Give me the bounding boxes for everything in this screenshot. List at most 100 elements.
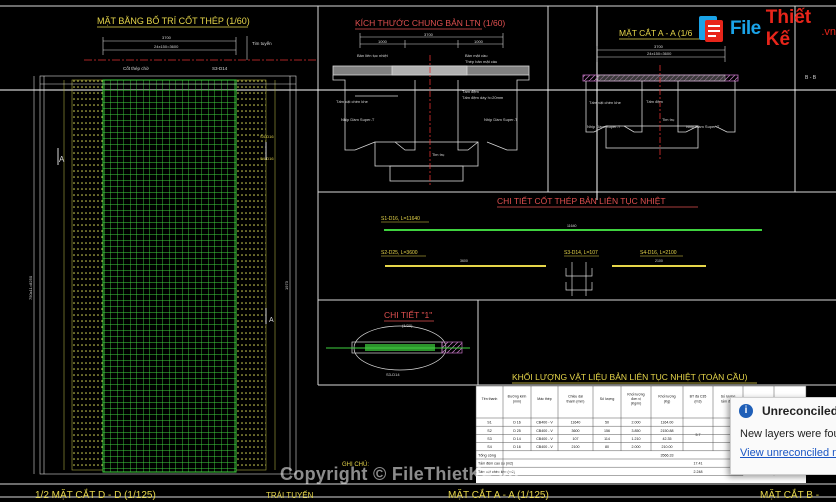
table-cell: D 16	[513, 445, 521, 449]
table-cell: S1	[487, 421, 491, 425]
general-lbl-ban-lien-tuc: Bản liên tục nhiệt	[357, 53, 389, 58]
table-cell: 2150.88	[661, 429, 674, 433]
logo-mark-icon	[696, 14, 726, 44]
general-section-drawing	[332, 65, 530, 182]
table-cell: 2100	[572, 445, 580, 449]
table-header-cell: Khối lượng	[658, 395, 675, 399]
plan-dim-right: 1973	[284, 280, 289, 290]
plan-tim-tuyen: Tim tuyến	[252, 41, 272, 46]
section-right-label: B - B	[805, 75, 817, 81]
logo-text-file: File	[730, 18, 761, 39]
bar-s3	[565, 262, 593, 296]
marker-a-right: A	[269, 317, 274, 324]
plan-left-rebar	[71, 79, 104, 471]
material-title: KHỐI LƯỢNG VẬT LIỆU BẢN LIÊN TỤC NHIỆT (…	[512, 371, 748, 382]
table-total-label: Tổng cộng	[478, 453, 496, 457]
detail1-title: CHI TIẾT "1"	[384, 310, 432, 320]
bottom-left-title: 1/2 MẶT CẮT D - D (1/125)	[35, 488, 156, 501]
bar-s2-length: 3600	[460, 259, 468, 263]
table-header-cell: (Kg/m)	[631, 402, 642, 406]
layer-notification[interactable]: i Unreconciled New Layers New layers wer…	[730, 397, 836, 475]
plan-green-mesh	[102, 79, 237, 473]
bottom-right-title: MẶT CẮT B -	[760, 488, 819, 501]
plan-s4-right: S4-D16	[260, 156, 274, 161]
table-cell: 11640	[571, 421, 581, 425]
general-lbl-ban-mat: Bản mặt cầu	[465, 53, 487, 58]
table-header-cell: Khối lượng	[627, 392, 644, 396]
table-cell: 107	[573, 437, 579, 441]
notification-title: Unreconciled New Layers	[762, 404, 836, 418]
bar-s1-length: 11640	[567, 224, 577, 228]
general-lbl-tam-vat: Tấm vật chèn khe	[336, 99, 369, 104]
section-aa-lbl-tim-tru: Tim trụ	[662, 117, 674, 122]
table-cell: 156	[604, 429, 610, 433]
plan-title: MẶT BẰNG BỐ TRÍ CỐT THÉP (1/60)	[97, 15, 250, 26]
table-merged-cell: 5.7	[696, 433, 701, 437]
marker-a-left: A	[59, 155, 65, 164]
bar-s4-label: S4-D16, L=2100	[640, 250, 677, 256]
bar-s1-label: S1-D16, L=11640	[381, 216, 420, 222]
section-aa-lbl-tam-vat: Tấm vật chèn khe	[589, 100, 622, 105]
table-header-cell: Số lượng	[600, 397, 615, 401]
bottom-center-title: MẶT CẮT A - A (1/125)	[448, 488, 549, 501]
copyright-watermark: Copyright © FileThietKe.vn	[280, 464, 520, 484]
table-cell: S4	[487, 445, 491, 449]
general-dim-1000b: 1000	[474, 39, 484, 44]
general-lbl-tam-dem: Tấm đệm	[462, 89, 480, 94]
detail1-scale: (1/20)	[402, 323, 413, 328]
table-header-cell: Đường kính	[508, 395, 527, 399]
general-dim-3700: 3700	[424, 32, 434, 37]
table-cell: D 14	[513, 437, 521, 441]
plan-dim-3700: 3700	[162, 35, 172, 40]
bar-s3-label: S3-D14, L=107	[564, 250, 598, 256]
table-header-cell: Chiều dài	[568, 395, 583, 399]
detail1-drawing	[326, 325, 470, 371]
table-extra-value: 17.41	[694, 462, 703, 466]
table-cell: S3	[487, 437, 491, 441]
logo-text-thietke: Thiết Kế	[765, 7, 812, 50]
table-header-cell: (mm)	[513, 399, 521, 403]
table-extra-value: 2.248	[694, 470, 703, 474]
cad-drawing-canvas[interactable]: MẶT BẰNG BỐ TRÍ CỐT THÉP (1/60) 3700 24x…	[0, 0, 836, 502]
general-lbl-tim-tru: Tim trụ	[432, 152, 444, 157]
logo-text-vn: .vn	[821, 26, 836, 38]
general-lbl-dam-left: Nhịp Dầm Super-T	[341, 117, 375, 122]
bar-s4-length: 2100	[655, 259, 663, 263]
section-aa-lbl-dam-left: Nhịp Dầm Super-T	[587, 124, 621, 129]
plan-dim-span: 24x150=3600	[154, 44, 179, 49]
general-dim-1000a: 1000	[378, 39, 388, 44]
table-cell: S2	[487, 429, 491, 433]
table-total-value: 3566.33	[661, 453, 674, 457]
general-lbl-dam-right: Nhịp Dầm Super-T	[484, 117, 518, 122]
filethietke-logo: File Thiết Kế .vn	[696, 7, 836, 50]
rebar-detail-title: CHI TIẾT CỐT THÉP BẢN LIÊN TỤC NHIỆT	[497, 195, 666, 206]
table-cell: 42.35	[663, 437, 672, 441]
general-lbl-day-dem: Tấm đệm dày h=20mm	[462, 95, 504, 100]
table-cell: 80	[605, 445, 609, 449]
info-icon: i	[739, 404, 753, 418]
section-aa-lbl-tam-dem: Tấm đệm	[646, 99, 664, 104]
notification-message: New layers were found	[740, 428, 836, 440]
table-cell: 2.000	[632, 421, 641, 425]
table-cell: 3.850	[632, 429, 641, 433]
table-header-cell: (Kg)	[664, 399, 671, 403]
table-cell: 3600	[572, 429, 580, 433]
bar-s2-label: S2-D25, L=3600	[381, 250, 418, 256]
table-header-cell: Mác thép	[537, 397, 551, 401]
section-aa-dim-3700: 3700	[654, 44, 664, 49]
table-header-cell: Tên thanh	[482, 397, 498, 401]
table-cell: CB400 - V	[536, 445, 553, 449]
table-cell: D 16	[513, 421, 521, 425]
view-unreconciled-link[interactable]: View unreconciled new layers	[731, 447, 836, 459]
detail1-s3: S3-D14	[386, 372, 400, 377]
plan-cot-thep: Cốt thép chờ	[123, 66, 149, 71]
general-title: KÍCH THƯỚC CHUNG BẢN LTN (1/60)	[355, 17, 505, 28]
table-header-cell: đơn vị	[631, 397, 641, 401]
bottom-mid-label: TRÁI TUYẾN	[266, 490, 314, 500]
table-cell: 2.000	[632, 445, 641, 449]
general-lbl-thep: Thép bản mặt cầu	[465, 59, 497, 64]
plan-dim-left: 750x11=8250	[28, 275, 33, 300]
section-aa-dim-span: 24x150=3600	[647, 51, 672, 56]
section-aa-title: MẶT CẮT A - A (1/6	[619, 28, 693, 38]
table-cell: 50	[605, 421, 609, 425]
